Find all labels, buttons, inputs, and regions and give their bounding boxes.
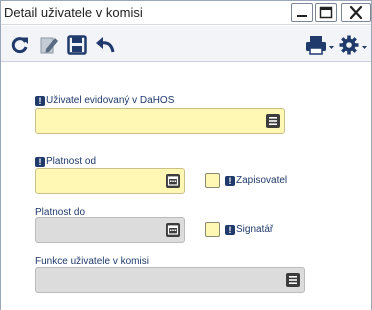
print-button[interactable]	[305, 34, 335, 56]
recorder-label: ! Zapisovatel	[225, 175, 287, 186]
user-field[interactable]	[35, 108, 285, 134]
signatory-label: ! Signatář	[225, 224, 273, 235]
refresh-button[interactable]	[9, 34, 31, 56]
recorder-checkbox[interactable]	[205, 173, 220, 188]
valid-to-calendar-button[interactable]	[166, 223, 180, 237]
undo-icon	[96, 37, 115, 53]
valid-from-calendar-button[interactable]	[166, 174, 180, 188]
calendar-icon	[167, 176, 179, 186]
edit-icon	[40, 37, 58, 54]
form-area: ! Uživatel evidovaný v DaHOS ! Platnost …	[1, 63, 371, 310]
calendar-icon	[167, 225, 179, 235]
title-bar: Detail uživatele v komisi	[1, 1, 371, 25]
print-icon	[306, 36, 334, 55]
maximize-icon	[319, 6, 333, 19]
refresh-icon	[11, 37, 28, 54]
minimize-button[interactable]	[291, 3, 313, 22]
user-picker-button[interactable]	[266, 114, 280, 128]
save-icon	[67, 35, 87, 55]
settings-button[interactable]	[339, 34, 369, 56]
toolbar	[1, 26, 371, 62]
dialog-window: Detail uživatele v komisi ! Uživatel evi…	[0, 0, 372, 310]
required-icon: !	[225, 175, 235, 186]
minimize-icon	[297, 15, 307, 17]
list-icon	[269, 117, 277, 125]
list-icon	[289, 276, 297, 284]
undo-button[interactable]	[94, 34, 116, 56]
function-field[interactable]	[35, 267, 305, 293]
user-field-label: ! Uživatel evidovaný v DaHOS	[35, 95, 174, 106]
save-button[interactable]	[66, 34, 88, 56]
valid-to-field[interactable]	[35, 217, 185, 243]
edit-button[interactable]	[38, 34, 60, 56]
required-icon: !	[35, 156, 45, 167]
function-label: Funkce uživatele v komisi	[35, 256, 149, 267]
close-button[interactable]	[341, 3, 371, 22]
required-icon: !	[35, 95, 45, 106]
window-title: Detail uživatele v komisi	[4, 5, 143, 20]
valid-from-label: ! Platnost od	[35, 156, 96, 167]
maximize-button[interactable]	[315, 3, 337, 22]
settings-icon	[339, 35, 367, 55]
valid-from-field[interactable]	[35, 168, 185, 194]
function-picker-button[interactable]	[286, 273, 300, 287]
required-icon: !	[225, 224, 235, 235]
signatory-checkbox[interactable]	[205, 222, 220, 237]
close-icon	[349, 5, 363, 20]
